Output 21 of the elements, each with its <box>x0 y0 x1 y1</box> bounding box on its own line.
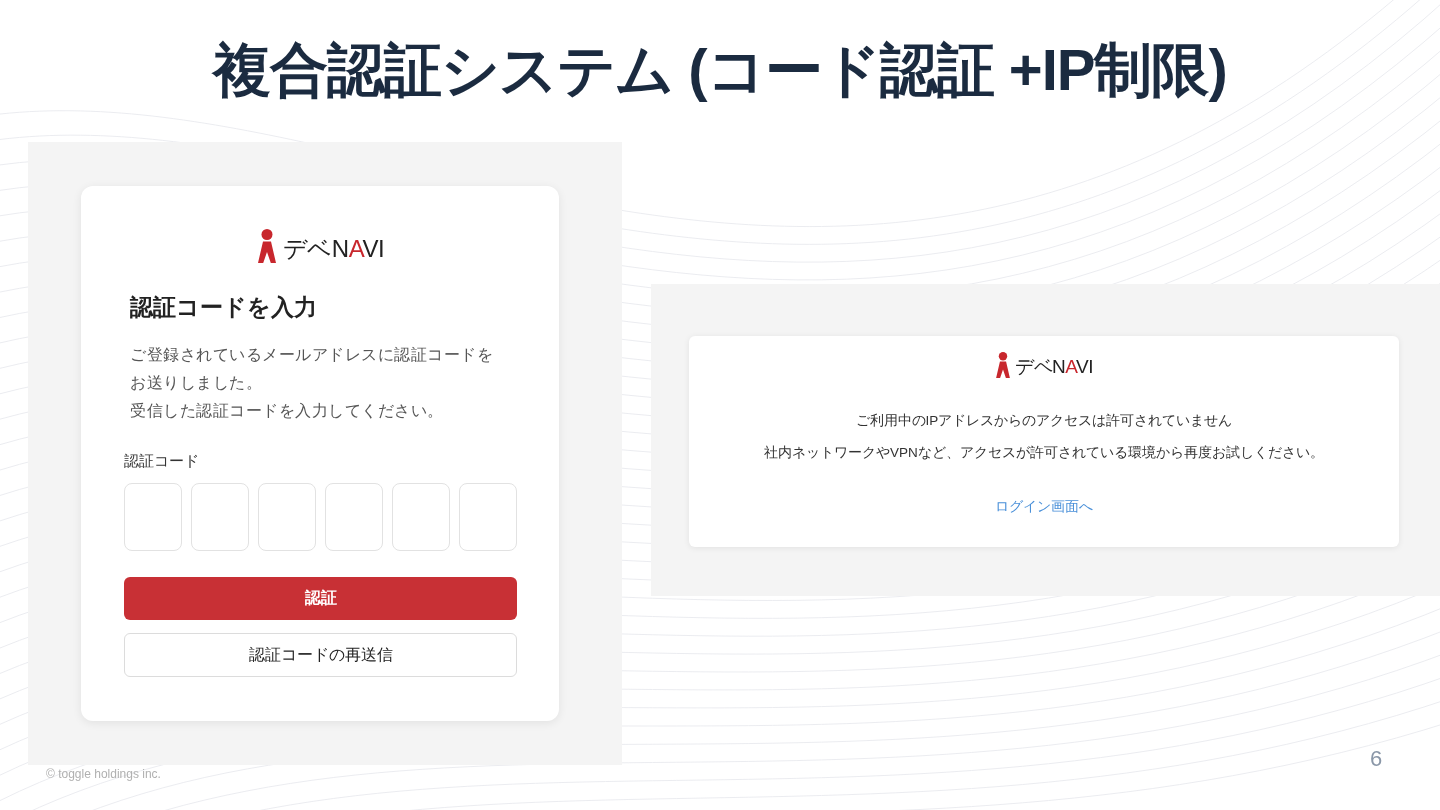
login-link[interactable]: ログイン画面へ <box>995 496 1093 516</box>
code-input-field[interactable] <box>124 483 182 551</box>
code-input-field[interactable] <box>325 483 383 551</box>
page-number: 6 <box>1370 746 1383 772</box>
code-input-field[interactable] <box>191 483 249 551</box>
access-denied-message: 社内ネットワークやVPNなど、アクセスが許可されている環境から再度お試しください。 <box>764 444 1324 462</box>
slide-title: 複合認証システム (コード認証 +IP制限) <box>213 36 1227 104</box>
code-input-field[interactable] <box>459 483 517 551</box>
access-denied-message: ご利用中のIPアドレスからのアクセスは許可されていません <box>855 412 1233 430</box>
person-logo-icon <box>256 229 277 263</box>
logo-wordmark: デベNAVI <box>1015 356 1093 378</box>
code-input-field[interactable] <box>392 483 450 551</box>
card-heading: 認証コードを入力 <box>130 293 318 322</box>
instruction-text: ご登録されているメールアドレスに認証コードを お送りしました。 受信した認証コードを入力してください。 <box>130 345 494 421</box>
field-label: 認証コード <box>124 451 200 471</box>
verify-button[interactable]: 認証 <box>124 577 517 620</box>
person-logo-icon <box>995 352 1011 378</box>
logo-wordmark: デベNAVI <box>282 235 385 263</box>
code-input-field[interactable] <box>258 483 316 551</box>
resend-button[interactable]: 認証コードの再送信 <box>124 633 517 677</box>
copyright-text: © toggle holdings inc. <box>46 767 161 781</box>
